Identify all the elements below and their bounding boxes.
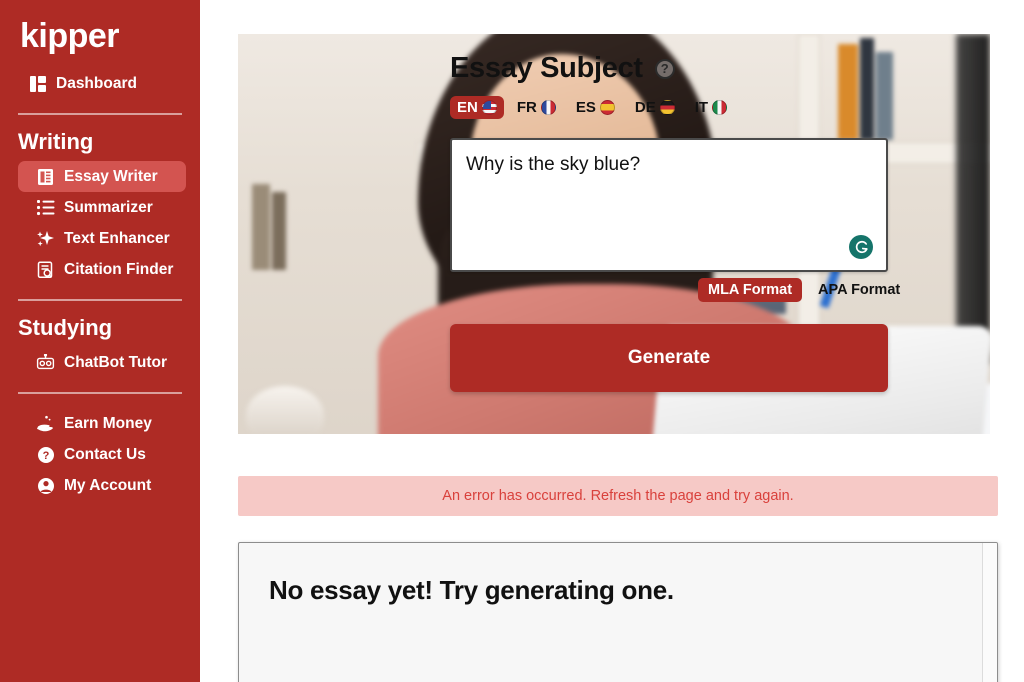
list-bullets-icon (36, 198, 55, 217)
essay-empty-message: No essay yet! Try generating one. (269, 575, 674, 605)
format-options: MLA Format APA Format (698, 278, 910, 302)
sidebar-item-dashboard[interactable]: Dashboard (18, 68, 186, 99)
main-content: Essay Subject ? EN FR ES DE IT Why is th… (200, 0, 1024, 682)
svg-text:?: ? (42, 450, 49, 462)
flag-fr-icon (540, 100, 556, 115)
flag-de-icon (659, 100, 675, 115)
sidebar-item-label: Summarizer (64, 198, 153, 216)
robot-icon (36, 353, 55, 372)
sidebar-item-summarizer[interactable]: Summarizer (18, 192, 186, 223)
essay-panel-scrollbar[interactable] (982, 543, 997, 682)
flag-us-icon (481, 100, 497, 115)
language-tab-fr[interactable]: FR (510, 96, 563, 119)
essay-subject-input[interactable] (450, 138, 888, 272)
format-button-mla[interactable]: MLA Format (698, 278, 803, 302)
page-title: Essay Subject (450, 52, 643, 84)
hand-coin-icon (36, 414, 55, 433)
user-circle-icon (36, 476, 55, 495)
sidebar-section-writing-items: Essay Writer Summarizer Text Enhancer Ci… (0, 161, 200, 285)
sidebar-item-label: Dashboard (56, 74, 137, 92)
sidebar-item-label: Citation Finder (64, 260, 174, 278)
language-tab-en[interactable]: EN (450, 96, 504, 119)
language-tab-label: ES (575, 99, 596, 116)
sidebar-item-chatbot-tutor[interactable]: ChatBot Tutor (18, 347, 186, 378)
sidebar-item-essay-writer[interactable]: Essay Writer (18, 161, 186, 193)
essay-subject-header: Essay Subject ? (450, 52, 675, 85)
sidebar-item-label: Essay Writer (64, 167, 158, 185)
sidebar-item-my-account[interactable]: My Account (18, 470, 186, 501)
document-search-icon (36, 260, 55, 279)
language-tab-label: EN (457, 99, 478, 116)
sidebar-section-studying-title: Studying (18, 315, 113, 341)
help-icon[interactable]: ? (654, 58, 675, 79)
sidebar-item-label: ChatBot Tutor (64, 353, 168, 371)
document-lines-icon (36, 167, 55, 186)
language-tab-de[interactable]: DE (628, 96, 682, 119)
sparkles-icon (36, 229, 55, 248)
sidebar-item-contact-us[interactable]: ? Contact Us (18, 439, 186, 470)
generate-button[interactable]: Generate (450, 324, 888, 392)
error-message: An error has occurred. Refresh the page … (442, 488, 794, 504)
sidebar-item-earn-money[interactable]: Earn Money (18, 408, 186, 439)
language-tab-label: IT (694, 99, 709, 116)
sidebar-divider-footer (18, 392, 182, 395)
sidebar-divider-writing (18, 299, 182, 302)
sidebar-item-label: Earn Money (64, 414, 152, 432)
sidebar-footer-items: Earn Money ? Contact Us My Account (0, 408, 200, 501)
format-button-apa[interactable]: APA Format (808, 278, 910, 302)
language-tab-es[interactable]: ES (569, 96, 622, 119)
sidebar-divider-top (18, 113, 182, 116)
sidebar: kipper Dashboard Writing Essay Writer Su… (0, 0, 200, 682)
dashboard-icon (28, 74, 47, 93)
question-circle-icon: ? (36, 445, 55, 464)
sidebar-item-label: Contact Us (64, 445, 146, 463)
flag-it-icon (712, 100, 728, 115)
sidebar-item-label: Text Enhancer (64, 229, 170, 247)
language-tabs: EN FR ES DE IT (450, 96, 734, 119)
app-logo[interactable]: kipper (0, 17, 200, 55)
sidebar-section-studying-items: ChatBot Tutor (0, 347, 200, 378)
grammarly-icon[interactable] (849, 235, 873, 259)
sidebar-section-writing-title: Writing (18, 129, 94, 155)
error-banner: An error has occurred. Refresh the page … (238, 476, 998, 516)
flag-es-icon (599, 100, 615, 115)
sidebar-item-label: My Account (64, 476, 152, 494)
language-tab-label: DE (634, 99, 656, 116)
language-tab-label: FR (516, 99, 537, 116)
essay-output-panel: No essay yet! Try generating one. (238, 542, 998, 682)
sidebar-item-citation-finder[interactable]: Citation Finder (18, 254, 186, 285)
sidebar-item-text-enhancer[interactable]: Text Enhancer (18, 223, 186, 254)
language-tab-it[interactable]: IT (688, 96, 734, 119)
